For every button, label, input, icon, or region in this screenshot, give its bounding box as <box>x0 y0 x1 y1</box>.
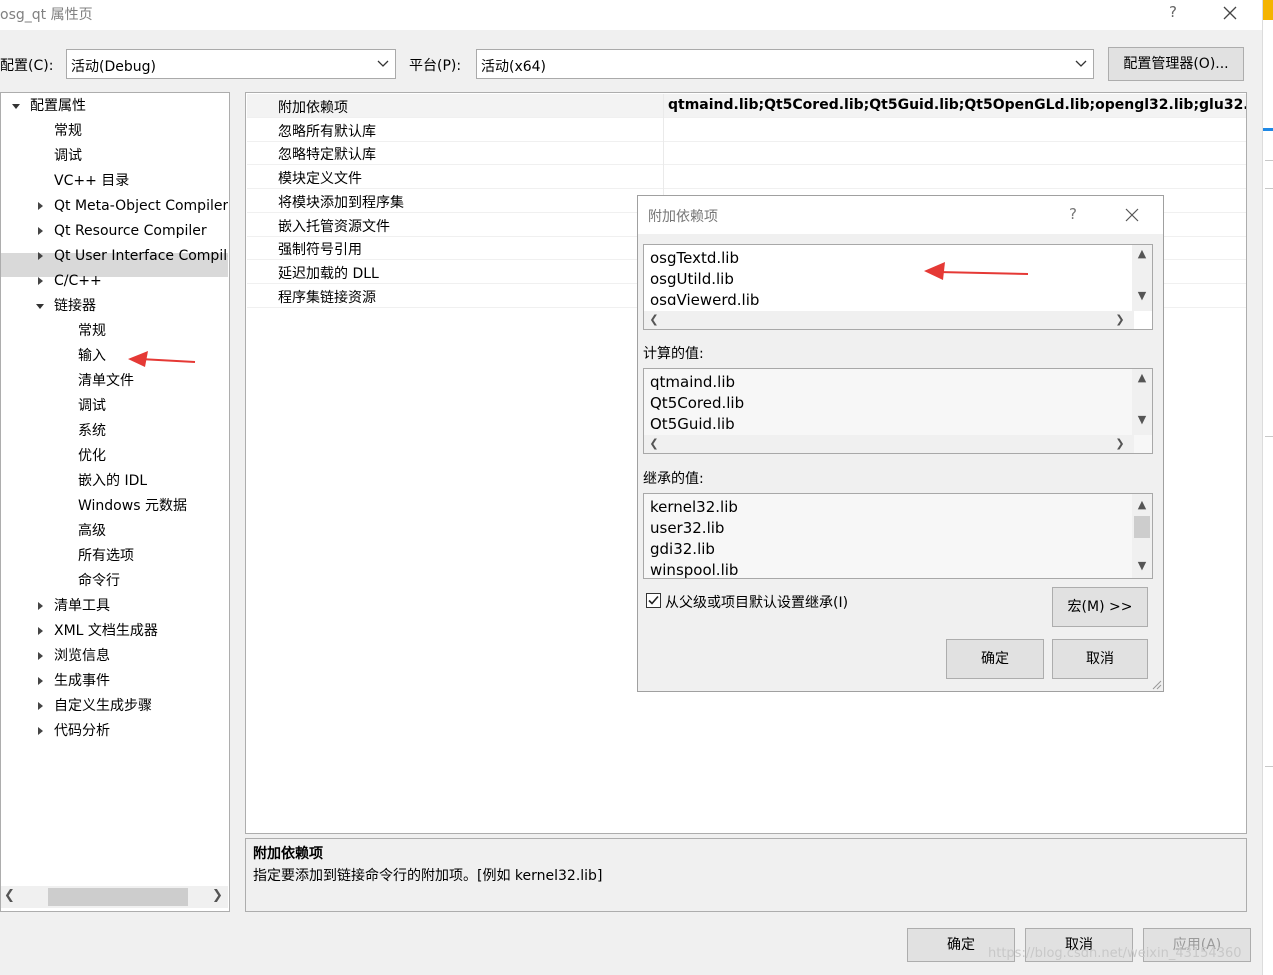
annotation-arrows <box>128 262 1029 367</box>
red-arrow-icon <box>128 351 196 367</box>
red-arrow-icon <box>924 262 1029 280</box>
